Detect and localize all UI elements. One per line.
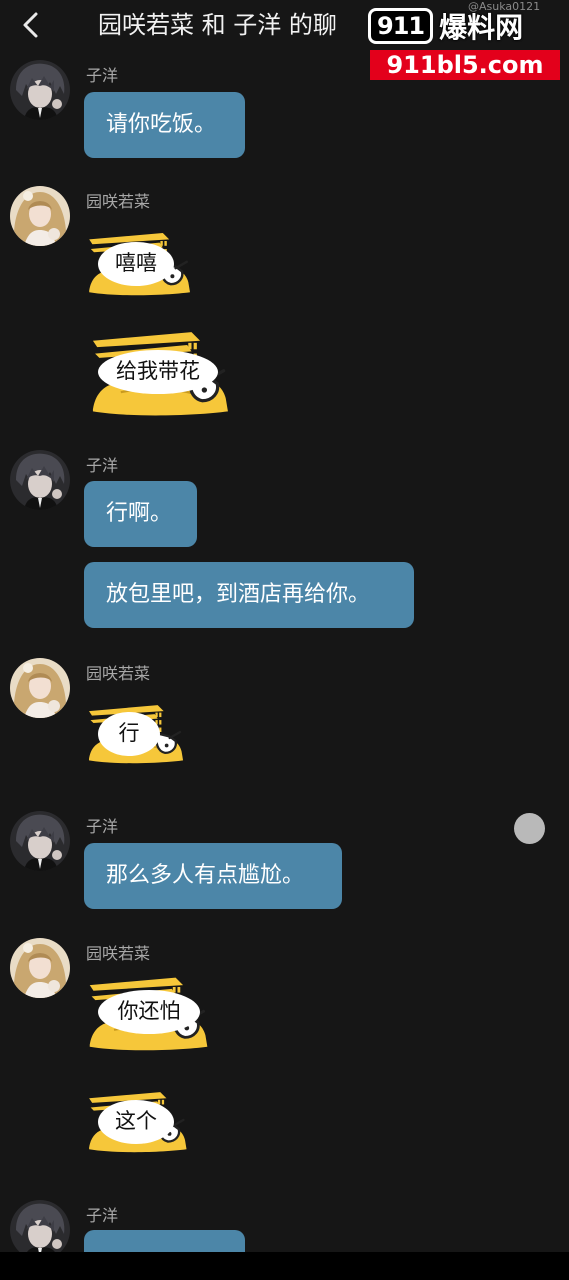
sticker-message[interactable]: 给我带花 bbox=[86, 330, 252, 420]
avatar-ziyang[interactable] bbox=[10, 1200, 70, 1252]
sticker-caption: 给我带花 bbox=[98, 350, 218, 394]
avatar-ziyang[interactable] bbox=[10, 450, 70, 510]
chat-title: 园咲若菜 和 子洋 的聊 bbox=[98, 11, 337, 39]
watermark-logo: 911 bbox=[368, 8, 434, 44]
floating-scroll-button[interactable] bbox=[514, 813, 545, 844]
sender-name: 子洋 bbox=[86, 1206, 119, 1225]
sender-name: 园咲若菜 bbox=[86, 944, 151, 963]
chat-screen: 园咲若菜 和 子洋 的聊 @Asuka0121 子洋 请你吃饭。 园咲若菜 嘻嘻… bbox=[0, 0, 569, 1252]
message-bubble[interactable] bbox=[84, 1230, 245, 1252]
sticker-message[interactable]: 行 bbox=[86, 692, 198, 778]
sticker-caption: 嘻嘻 bbox=[98, 242, 174, 286]
message-bubble[interactable]: 请你吃饭。 bbox=[84, 92, 245, 158]
message-bubble[interactable]: 那么多人有点尴尬。 bbox=[84, 843, 342, 909]
sender-name: 园咲若菜 bbox=[86, 192, 151, 211]
sticker-caption: 行 bbox=[98, 712, 160, 756]
sender-name: 园咲若菜 bbox=[86, 664, 151, 683]
sticker-caption: 你还怕 bbox=[98, 990, 200, 1034]
chevron-left-icon bbox=[23, 12, 38, 38]
avatar-ziyang[interactable] bbox=[10, 60, 70, 120]
sticker-message[interactable]: 你还怕 bbox=[86, 970, 226, 1060]
watermark-url: 911bl5.com bbox=[370, 50, 560, 80]
sender-name: 子洋 bbox=[86, 817, 119, 836]
sticker-caption: 这个 bbox=[98, 1100, 174, 1144]
system-navigation-bar bbox=[0, 1252, 569, 1280]
avatar-wakana[interactable] bbox=[10, 938, 70, 998]
sticker-message[interactable]: 这个 bbox=[86, 1080, 202, 1166]
watermark: 911 爆料网 911bl5.com bbox=[368, 6, 564, 80]
sticker-message[interactable]: 嘻嘻 bbox=[86, 222, 206, 308]
sender-name: 子洋 bbox=[86, 66, 119, 85]
watermark-header: 911 爆料网 bbox=[368, 6, 564, 46]
message-bubble[interactable]: 行啊。 bbox=[84, 481, 197, 547]
message-bubble[interactable]: 放包里吧，到酒店再给你。 bbox=[84, 562, 414, 628]
avatar-wakana[interactable] bbox=[10, 186, 70, 246]
back-button[interactable] bbox=[14, 8, 50, 44]
sender-name: 子洋 bbox=[86, 456, 119, 475]
watermark-site-name: 爆料网 bbox=[439, 11, 524, 44]
avatar-wakana[interactable] bbox=[10, 658, 70, 718]
avatar-ziyang[interactable] bbox=[10, 811, 70, 871]
